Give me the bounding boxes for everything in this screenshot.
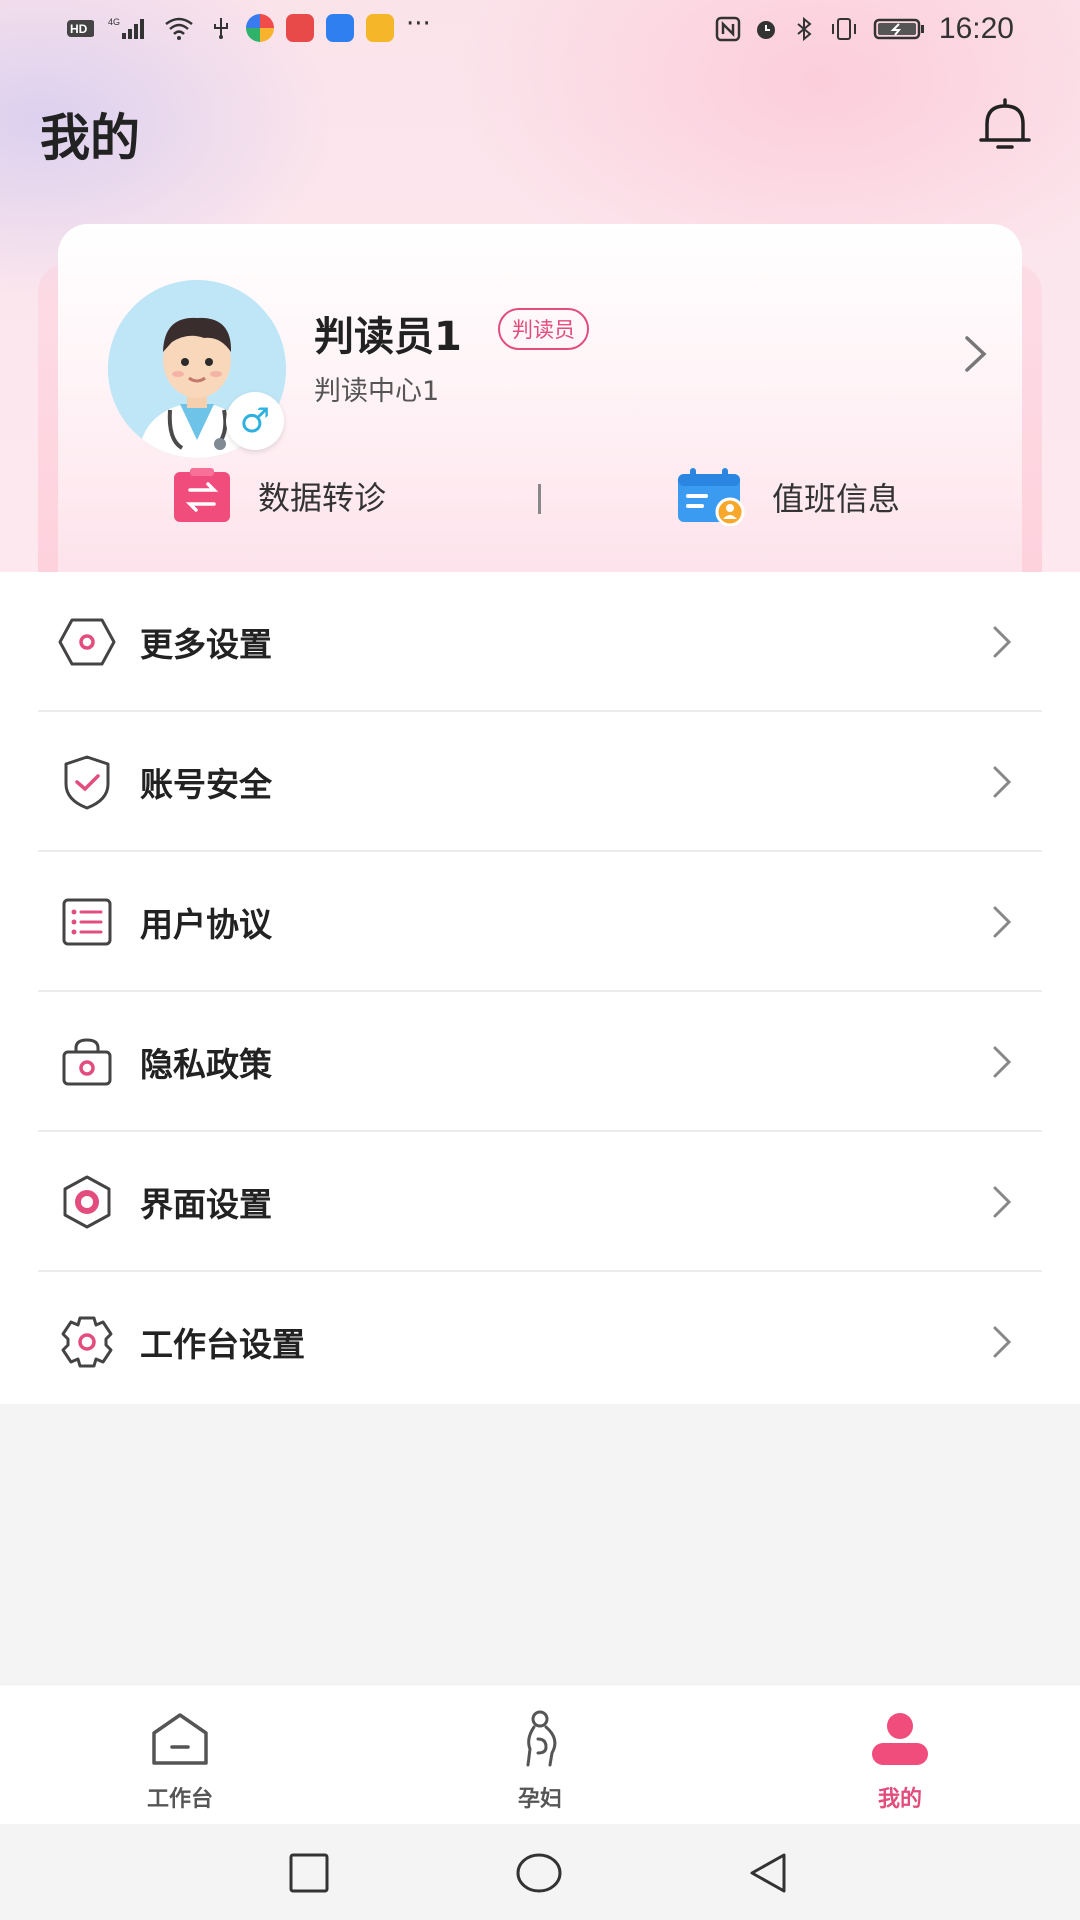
menu-item-label: 隐私政策 bbox=[140, 1045, 272, 1084]
chevron-right-icon bbox=[993, 1186, 1012, 1218]
chevron-right-icon bbox=[993, 626, 1012, 658]
wifi-icon bbox=[165, 17, 193, 40]
nav-tab-mine[interactable]: 我的 bbox=[800, 1709, 1000, 1813]
menu-item-account-security[interactable]: 账号安全 bbox=[38, 712, 1042, 852]
hexagon-settings-icon bbox=[58, 618, 116, 666]
alarm-icon bbox=[756, 21, 775, 39]
nav-label: 我的 bbox=[877, 1787, 922, 1812]
page-title: 我的 bbox=[40, 109, 140, 167]
menu-item-label: 用户协议 bbox=[140, 905, 272, 944]
role-badge: 判读员 bbox=[498, 308, 589, 350]
nfc-icon bbox=[715, 16, 741, 42]
hd-icon: HD bbox=[67, 20, 94, 37]
book-app-icon bbox=[286, 14, 314, 42]
bell-icon[interactable] bbox=[974, 94, 1036, 156]
menu-item-interface-settings[interactable]: 界面设置 bbox=[38, 1132, 1042, 1272]
profile-card[interactable]: ♂ 判读员1 判读员 判读中心1 数据转诊 值班信息 bbox=[58, 224, 1022, 572]
home-icon bbox=[152, 1713, 208, 1765]
menu-item-label: 更多设置 bbox=[140, 625, 272, 664]
shield-check-icon bbox=[64, 755, 110, 810]
bottom-navigation: 工作台 孕妇 我的 bbox=[0, 1684, 1080, 1825]
battery-charging-icon bbox=[873, 18, 924, 40]
gear-icon bbox=[61, 1316, 113, 1368]
home-button-icon[interactable] bbox=[514, 1850, 564, 1896]
chevron-right-icon bbox=[993, 1046, 1012, 1078]
weather-app-icon bbox=[326, 14, 354, 42]
menu-item-more-settings[interactable]: 更多设置 bbox=[38, 572, 1042, 712]
vibrate-icon bbox=[831, 18, 856, 40]
chevron-right-icon bbox=[993, 906, 1012, 938]
organization-name: 判读中心1 bbox=[314, 376, 440, 407]
action-divider bbox=[538, 484, 541, 514]
duty-info-button[interactable]: 值班信息 bbox=[676, 468, 900, 526]
menu-item-privacy-policy[interactable]: 隐私政策 bbox=[38, 992, 1042, 1132]
svg-text:HD: HD bbox=[70, 22, 88, 36]
recent-apps-icon[interactable] bbox=[284, 1850, 334, 1896]
menu-item-user-agreement[interactable]: 用户协议 bbox=[38, 852, 1042, 992]
bluetooth-icon bbox=[797, 16, 812, 42]
nav-label: 工作台 bbox=[146, 1787, 213, 1812]
nav-tab-pregnant[interactable]: 孕妇 bbox=[440, 1709, 640, 1813]
nav-label: 孕妇 bbox=[517, 1787, 562, 1812]
more-dots-icon: ··· bbox=[406, 9, 431, 39]
signal-4g-icon: 4G bbox=[108, 17, 144, 39]
status-bar: HD 4G ··· 16:20 bbox=[0, 0, 1080, 62]
menu-item-label: 工作台设置 bbox=[140, 1325, 305, 1364]
menu-item-label: 界面设置 bbox=[140, 1185, 272, 1224]
chevron-right-icon bbox=[993, 1326, 1012, 1358]
list-document-icon bbox=[62, 898, 112, 946]
chevron-right-icon[interactable] bbox=[958, 332, 992, 376]
usb-icon bbox=[214, 18, 228, 39]
data-transfer-label: 数据转诊 bbox=[258, 479, 387, 517]
nav-tab-workbench[interactable]: 工作台 bbox=[80, 1709, 280, 1813]
status-right-icons: 16:20 bbox=[715, 12, 1014, 46]
app-icon bbox=[246, 14, 274, 42]
data-transfer-button[interactable]: 数据转诊 bbox=[172, 468, 386, 524]
menu-item-label: 账号安全 bbox=[140, 765, 272, 804]
gender-male-icon: ♂ bbox=[226, 392, 284, 450]
status-left-icons: HD 4G ··· bbox=[64, 9, 431, 42]
status-time: 16:20 bbox=[938, 12, 1014, 45]
lock-bag-icon bbox=[62, 1038, 112, 1086]
folder-app-icon bbox=[366, 14, 394, 42]
duty-info-label: 值班信息 bbox=[772, 480, 901, 518]
user-name: 判读员1 bbox=[314, 314, 462, 360]
settings-menu: 更多设置 账号安全 用户协议 隐私政策 界面设置 工作台设置 bbox=[0, 572, 1080, 1404]
calendar-user-icon bbox=[678, 468, 745, 526]
chevron-right-icon bbox=[993, 766, 1012, 798]
system-navigation-bar bbox=[0, 1824, 1080, 1920]
transfer-icon bbox=[174, 468, 230, 522]
svg-text:4G: 4G bbox=[108, 17, 120, 27]
user-icon bbox=[872, 1713, 928, 1765]
back-icon[interactable] bbox=[744, 1850, 794, 1896]
hexagon-ring-icon bbox=[63, 1175, 111, 1229]
menu-item-workbench-settings[interactable]: 工作台设置 bbox=[38, 1272, 1042, 1410]
pregnant-icon bbox=[526, 1710, 557, 1767]
